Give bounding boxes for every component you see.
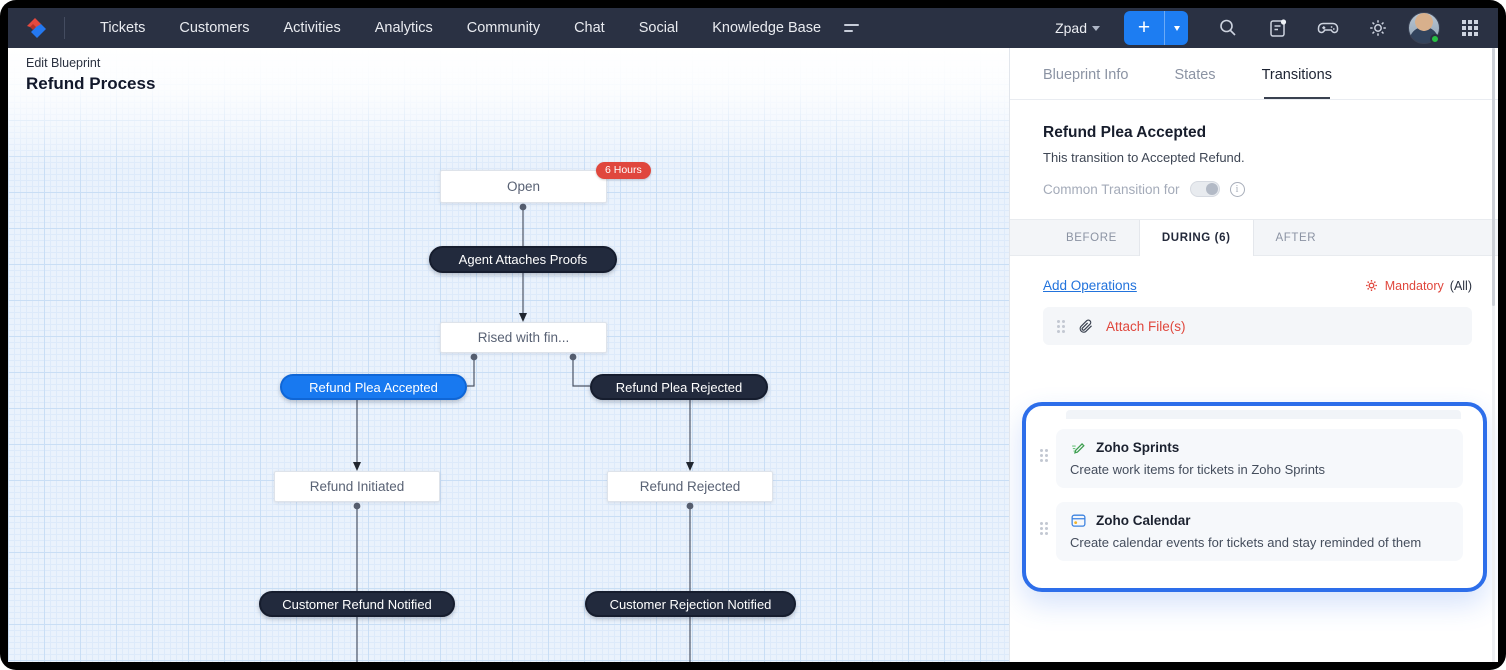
phase-tab-before[interactable]: BEFORE [1044,220,1139,255]
sla-badge: 6 Hours [596,162,651,179]
add-button[interactable]: + [1124,11,1188,45]
nav-item-social[interactable]: Social [622,20,696,36]
operation-attach-files[interactable]: Attach File(s) [1043,307,1472,345]
mandatory-gear-icon [1365,280,1377,291]
transition-node-refund-plea-rejected[interactable]: Refund Plea Rejected [590,374,768,400]
workspace-switcher[interactable]: Zpad [1055,20,1100,36]
flow-connectors [353,203,694,662]
nav-item-tickets[interactable]: Tickets [83,20,162,36]
nav-item-community[interactable]: Community [450,20,557,36]
zoho-logo-icon[interactable] [8,15,64,41]
drag-handle-icon[interactable] [1040,449,1048,462]
nav-item-analytics[interactable]: Analytics [358,20,450,36]
tab-blueprint-info[interactable]: Blueprint Info [1043,67,1128,99]
settings-gear-icon[interactable] [1358,8,1398,48]
gamescope-icon[interactable] [1308,8,1348,48]
panel-scrollbar[interactable] [1492,48,1495,662]
breadcrumb: Edit Blueprint [26,56,101,70]
phase-tab-after[interactable]: AFTER [1254,220,1339,255]
top-navbar: Tickets Customers Activities Analytics C… [8,8,1498,48]
nav-item-knowledge-base[interactable]: Knowledge Base [695,20,838,36]
operation-name: Attach File(s) [1106,318,1186,334]
page-title: Refund Process [26,74,156,93]
nav-item-chat[interactable]: Chat [557,20,622,36]
operation-description: Create work items for tickets in Zoho Sp… [1070,462,1326,477]
tab-transitions[interactable]: Transitions [1262,67,1332,99]
chevron-down-icon [1092,25,1100,31]
drag-handle-icon[interactable] [1057,319,1065,333]
phase-tabs: BEFORE DURING (6) AFTER [1010,219,1498,256]
operation-name: Zoho Sprints [1096,440,1180,455]
plus-icon[interactable]: + [1124,12,1164,44]
add-operations-link[interactable]: Add Operations [1043,278,1137,293]
zoho-sprints-icon [1072,443,1085,454]
nav-divider [64,17,65,39]
workspace-label: Zpad [1055,20,1087,36]
app-window: Tickets Customers Activities Analytics C… [0,0,1506,670]
transition-detail-panel: Blueprint Info States Transitions Refund… [1010,48,1498,662]
state-node-open[interactable]: Open [440,170,607,203]
search-icon[interactable] [1208,8,1248,48]
drag-handle-icon[interactable] [1040,522,1048,535]
panel-tabs: Blueprint Info States Transitions [1010,48,1498,100]
operation-zoho-sprints-row: Zoho Sprints Create work items for ticke… [1040,429,1463,488]
clipped-row [1066,410,1461,419]
tab-states[interactable]: States [1174,67,1215,99]
info-icon[interactable]: i [1229,181,1245,197]
blueprint-canvas[interactable]: Edit Blueprint Refund Process Open 6 Hou… [8,48,1010,662]
transition-title: Refund Plea Accepted [1043,124,1207,141]
mandatory-label: Mandatory [1384,278,1444,293]
feeds-icon[interactable] [1258,8,1298,48]
phase-tab-during[interactable]: DURING (6) [1138,220,1254,256]
transition-node-customer-rejection-notified[interactable]: Customer Rejection Notified [585,591,796,617]
nav-item-activities[interactable]: Activities [267,20,358,36]
mandatory-setting[interactable]: Mandatory (All) [1364,278,1472,293]
transition-node-customer-refund-notified[interactable]: Customer Refund Notified [259,591,455,617]
nav-item-customers[interactable]: Customers [162,20,266,36]
operation-zoho-calendar-row: Zoho Calendar Create calendar events for… [1040,502,1463,561]
user-avatar[interactable] [1408,12,1440,44]
state-node-refund-rejected[interactable]: Refund Rejected [607,471,773,502]
transition-node-agent-attaches-proofs[interactable]: Agent Attaches Proofs [429,246,617,273]
common-transition-toggle[interactable] [1189,181,1220,197]
operation-zoho-calendar[interactable]: Zoho Calendar Create calendar events for… [1056,502,1463,561]
online-status-dot [1430,34,1440,44]
mandatory-scope: (All) [1449,278,1472,293]
common-transition-label: Common Transition for [1043,181,1180,197]
transition-node-refund-plea-accepted[interactable]: Refund Plea Accepted [280,374,467,400]
apps-grid-icon[interactable] [1450,8,1490,48]
nav-more-icon[interactable] [844,24,864,32]
add-dropdown-caret[interactable] [1165,25,1188,31]
operation-description: Create calendar events for tickets and s… [1070,535,1422,550]
operation-zoho-sprints[interactable]: Zoho Sprints Create work items for ticke… [1056,429,1463,488]
transition-description: This transition to Accepted Refund. [1043,150,1245,165]
state-node-rised-with-fin[interactable]: Rised with fin... [440,322,607,353]
operation-name: Zoho Calendar [1096,513,1191,528]
zoho-calendar-icon [1071,514,1086,527]
highlighted-operations-group: Zoho Sprints Create work items for ticke… [1022,402,1487,592]
paperclip-icon [1079,319,1092,333]
state-node-refund-initiated[interactable]: Refund Initiated [274,471,440,502]
